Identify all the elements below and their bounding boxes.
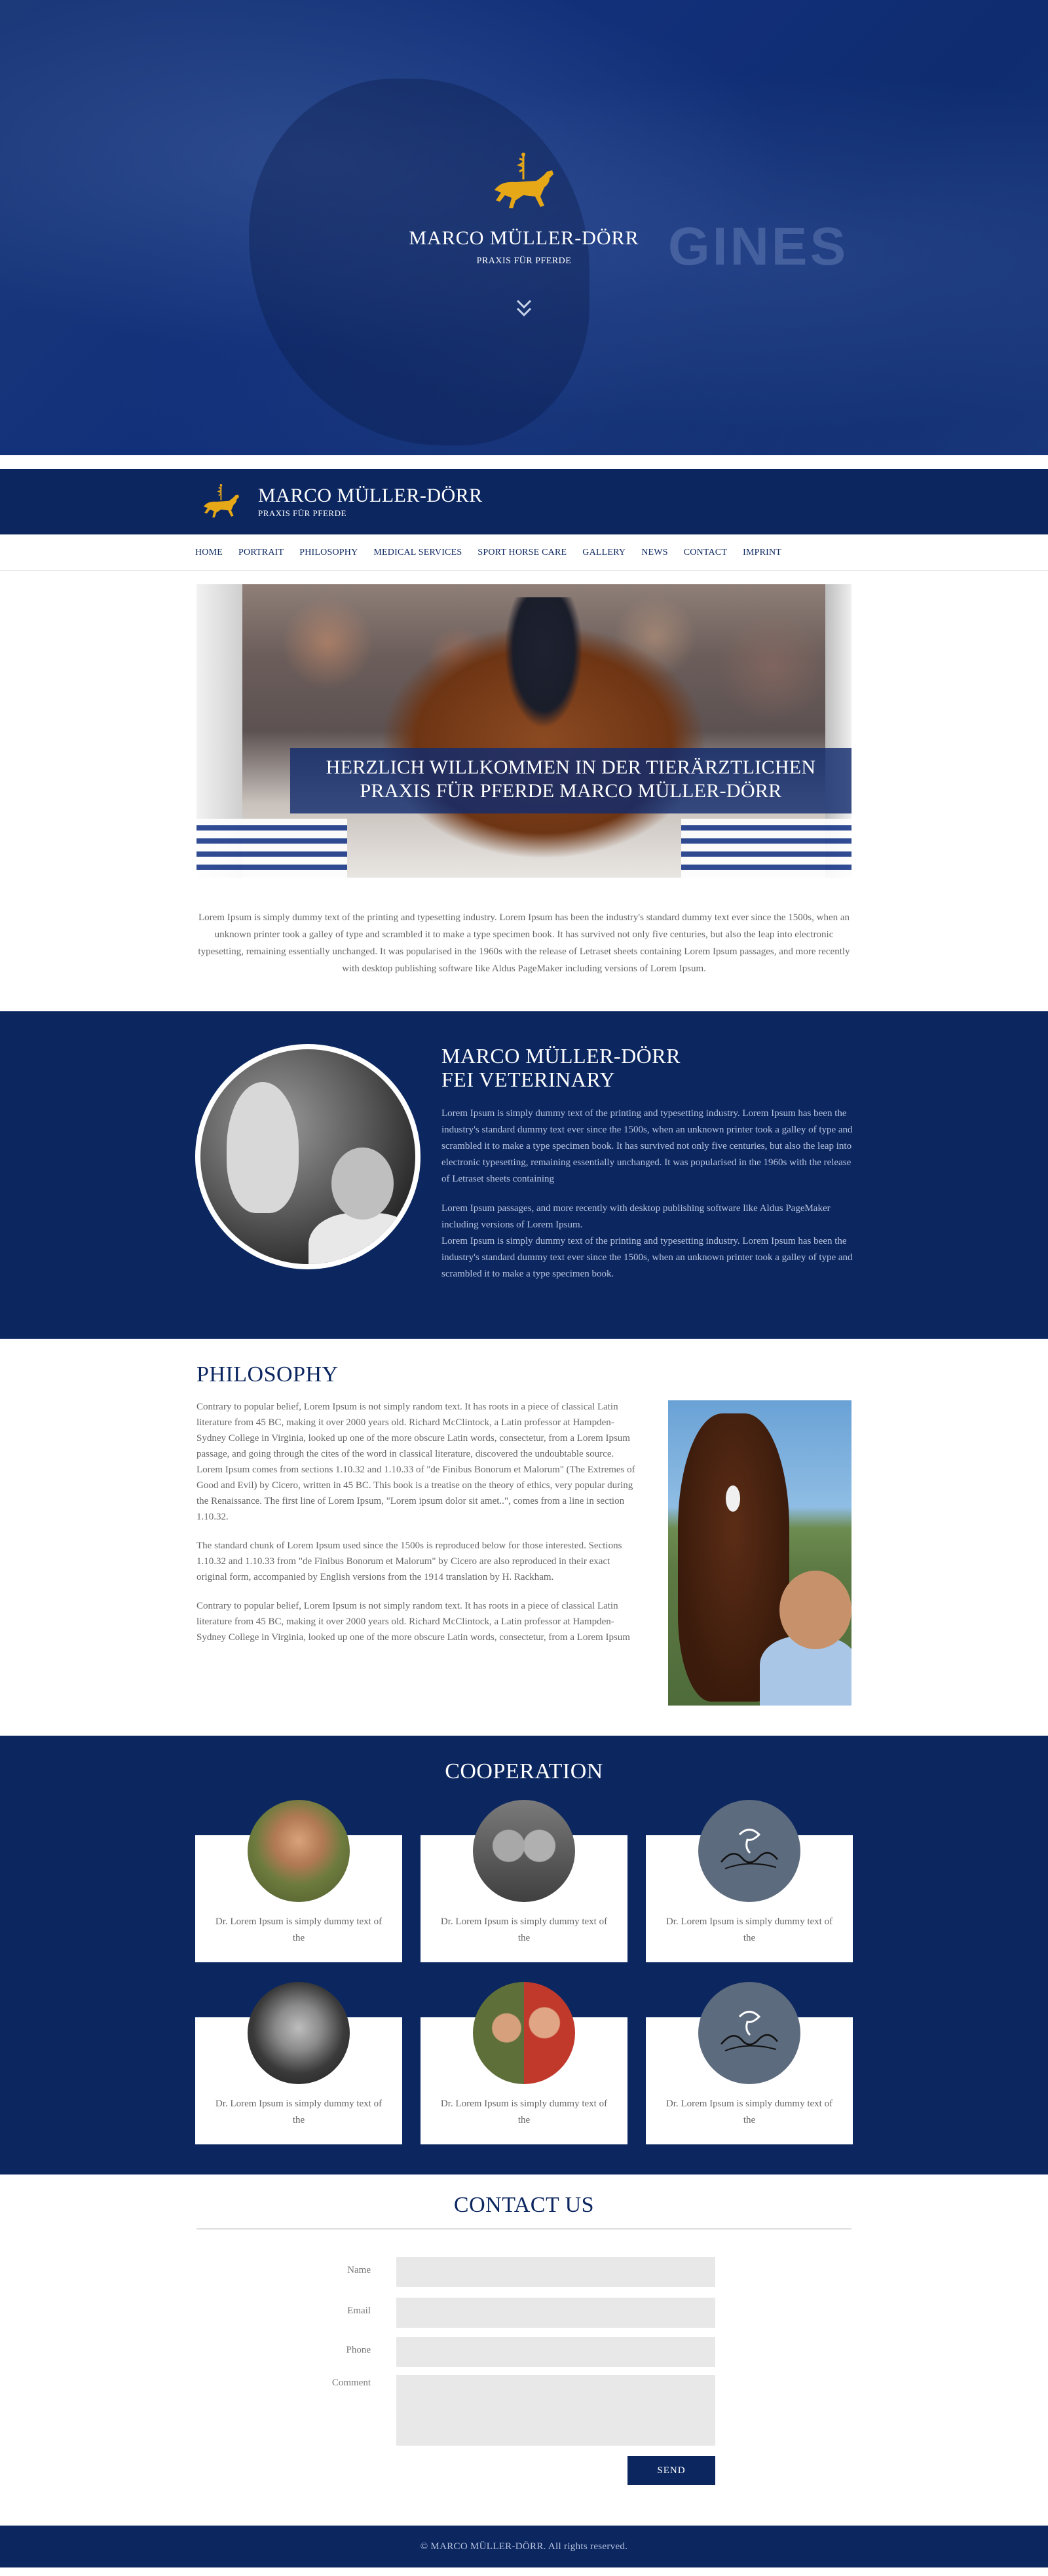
main-nav: HOME PORTRAIT PHILOSOPHY MEDICAL SERVICE…	[0, 534, 1048, 571]
philosophy-photo	[668, 1400, 852, 1706]
cooperation-card-text: Dr. Lorem Ipsum is simply dummy text of …	[215, 2099, 383, 2125]
nav-item-news[interactable]: NEWS	[641, 548, 667, 558]
partner-portrait-1	[248, 1800, 350, 1902]
banner-fence-left	[196, 819, 347, 878]
cooperation-card[interactable]: Dr. Lorem Ipsum is simply dummy text of …	[646, 1800, 853, 1962]
name-field[interactable]	[396, 2257, 715, 2287]
nav-item-imprint[interactable]: IMPRINT	[743, 548, 781, 558]
nav-item-portrait[interactable]: PORTRAIT	[238, 548, 284, 558]
phone-label: Phone	[346, 2345, 371, 2355]
cooperation-card-text: Dr. Lorem Ipsum is simply dummy text of …	[215, 1916, 383, 1943]
golden-horse-logo-icon	[495, 153, 553, 208]
vet-paragraph-3: Lorem Ipsum is simply dummy text of the …	[441, 1236, 853, 1279]
philosophy-section: PHILOSOPHY Contrary to popular belief, L…	[196, 1362, 852, 1736]
banner-fence-right	[681, 819, 852, 878]
name-label: Name	[347, 2265, 371, 2275]
comment-label: Comment	[331, 2378, 371, 2388]
vet-text: MARCO MÜLLER-DÖRR FEI VETERINARY Lorem I…	[441, 1044, 853, 1282]
nav-item-gallery[interactable]: GALLERY	[582, 548, 626, 558]
cooperation-card[interactable]: Dr. Lorem Ipsum is simply dummy text of …	[421, 1800, 627, 1962]
brand-title: MARCO MÜLLER-DÖRR	[258, 485, 483, 506]
partner-signature-logo-icon	[720, 1829, 778, 1869]
hero-center: MARCO MÜLLER-DÖRR PRAXIS FÜR PFERDE	[0, 149, 1048, 325]
brand-text: MARCO MÜLLER-DÖRR PRAXIS FÜR PFERDE	[258, 485, 483, 519]
cooperation-card-text: Dr. Lorem Ipsum is simply dummy text of …	[440, 2099, 608, 2125]
email-field[interactable]	[396, 2298, 715, 2328]
brand[interactable]: MARCO MÜLLER-DÖRR PRAXIS FÜR PFERDE	[195, 482, 483, 521]
partner-portrait-2	[473, 1800, 575, 1902]
nav-item-philosophy[interactable]: PHILOSOPHY	[299, 548, 358, 558]
partner-logo-2	[698, 1982, 800, 2084]
partner-signature-logo-icon	[720, 2011, 778, 2051]
golden-horse-logo-icon	[204, 484, 239, 517]
cooperation-card[interactable]: Dr. Lorem Ipsum is simply dummy text of …	[195, 1982, 402, 2144]
hero-subtitle: PRAXIS FÜR PFERDE	[476, 256, 572, 266]
philosophy-paragraph-2: The standard chunk of Lorem Ipsum used s…	[196, 1540, 622, 1582]
brand-subtitle: PRAXIS FÜR PFERDE	[258, 508, 346, 518]
double-chevron-down-icon[interactable]	[514, 295, 534, 322]
cooperation-card-text: Dr. Lorem Ipsum is simply dummy text of …	[665, 2099, 833, 2125]
cooperation-section: COOPERATION Dr. Lorem Ipsum is simply du…	[0, 1736, 1048, 2175]
banner-rider	[504, 597, 583, 728]
welcome-banner: HERZLICH WILLKOMMEN IN DER TIERÄRZTLICHE…	[196, 584, 852, 878]
contact-divider	[196, 2228, 852, 2230]
partner-logo-1	[698, 1800, 800, 1902]
cooperation-card[interactable]: Dr. Lorem Ipsum is simply dummy text of …	[421, 1982, 627, 2144]
cooperation-title: COOPERATION	[445, 1759, 603, 1783]
vet-section: MARCO MÜLLER-DÖRR FEI VETERINARY Lorem I…	[0, 1011, 1048, 1339]
nav-item-medical-services[interactable]: MEDICAL SERVICES	[373, 548, 462, 558]
philosophy-paragraph-1: Contrary to popular belief, Lorem Ipsum …	[196, 1402, 635, 1522]
photo-horse-head	[227, 1082, 299, 1213]
comment-field[interactable]	[396, 2375, 715, 2446]
nav-item-contact[interactable]: CONTACT	[684, 548, 727, 558]
hero-bottom-line	[0, 455, 1048, 458]
cooperation-card-text: Dr. Lorem Ipsum is simply dummy text of …	[440, 1916, 608, 1943]
photo-man-face	[779, 1571, 852, 1649]
welcome-caption: HERZLICH WILLKOMMEN IN DER TIERÄRZTLICHE…	[290, 748, 852, 813]
vet-portrait-photo	[195, 1044, 421, 1269]
cooperation-card[interactable]: Dr. Lorem Ipsum is simply dummy text of …	[195, 1800, 402, 1962]
phone-field[interactable]	[396, 2337, 715, 2367]
nav-item-home[interactable]: HOME	[195, 548, 223, 558]
philosophy-paragraph-3: Contrary to popular belief, Lorem Ipsum …	[196, 1601, 630, 1643]
site-header: MARCO MÜLLER-DÖRR PRAXIS FÜR PFERDE	[0, 469, 1048, 534]
footer-copyright: © MARCO MÜLLER-DÖRR. All rights reserved…	[420, 2541, 628, 2552]
cooperation-card-text: Dr. Lorem Ipsum is simply dummy text of …	[665, 1916, 833, 1943]
send-button[interactable]: SEND	[627, 2456, 715, 2485]
email-label: Email	[347, 2305, 371, 2316]
vet-title-line2: FEI VETERINARY	[441, 1068, 616, 1091]
philosophy-title: PHILOSOPHY	[196, 1362, 339, 1387]
hero-title: MARCO MÜLLER-DÖRR	[409, 227, 639, 249]
partner-portrait-3	[248, 1982, 350, 2084]
partner-portrait-4	[473, 1982, 575, 2084]
contact-section: CONTACT US Name Email Phone Comment SEND	[196, 2175, 852, 2526]
site-footer: © MARCO MÜLLER-DÖRR. All rights reserved…	[0, 2526, 1048, 2567]
intro-text: Lorem Ipsum is simply dummy text of the …	[198, 912, 850, 974]
philosophy-text: Contrary to popular belief, Lorem Ipsum …	[196, 1399, 637, 1658]
photo-horse-blaze	[726, 1485, 740, 1512]
hero-section: GINES MARCO MÜLLER-DÖRR PRAXIS FÜR PFERD…	[0, 0, 1048, 458]
photo-man-body	[309, 1213, 415, 1264]
vet-title-line1: MARCO MÜLLER-DÖRR	[441, 1044, 681, 1068]
cooperation-card[interactable]: Dr. Lorem Ipsum is simply dummy text of …	[646, 1982, 853, 2144]
contact-title: CONTACT US	[453, 2193, 595, 2217]
nav-item-sport-horse-care[interactable]: SPORT HORSE CARE	[477, 548, 567, 558]
photo-man-face	[331, 1148, 394, 1220]
vet-paragraph-2: Lorem Ipsum passages, and more recently …	[441, 1203, 831, 1230]
vet-paragraph-1: Lorem Ipsum is simply dummy text of the …	[441, 1108, 853, 1184]
